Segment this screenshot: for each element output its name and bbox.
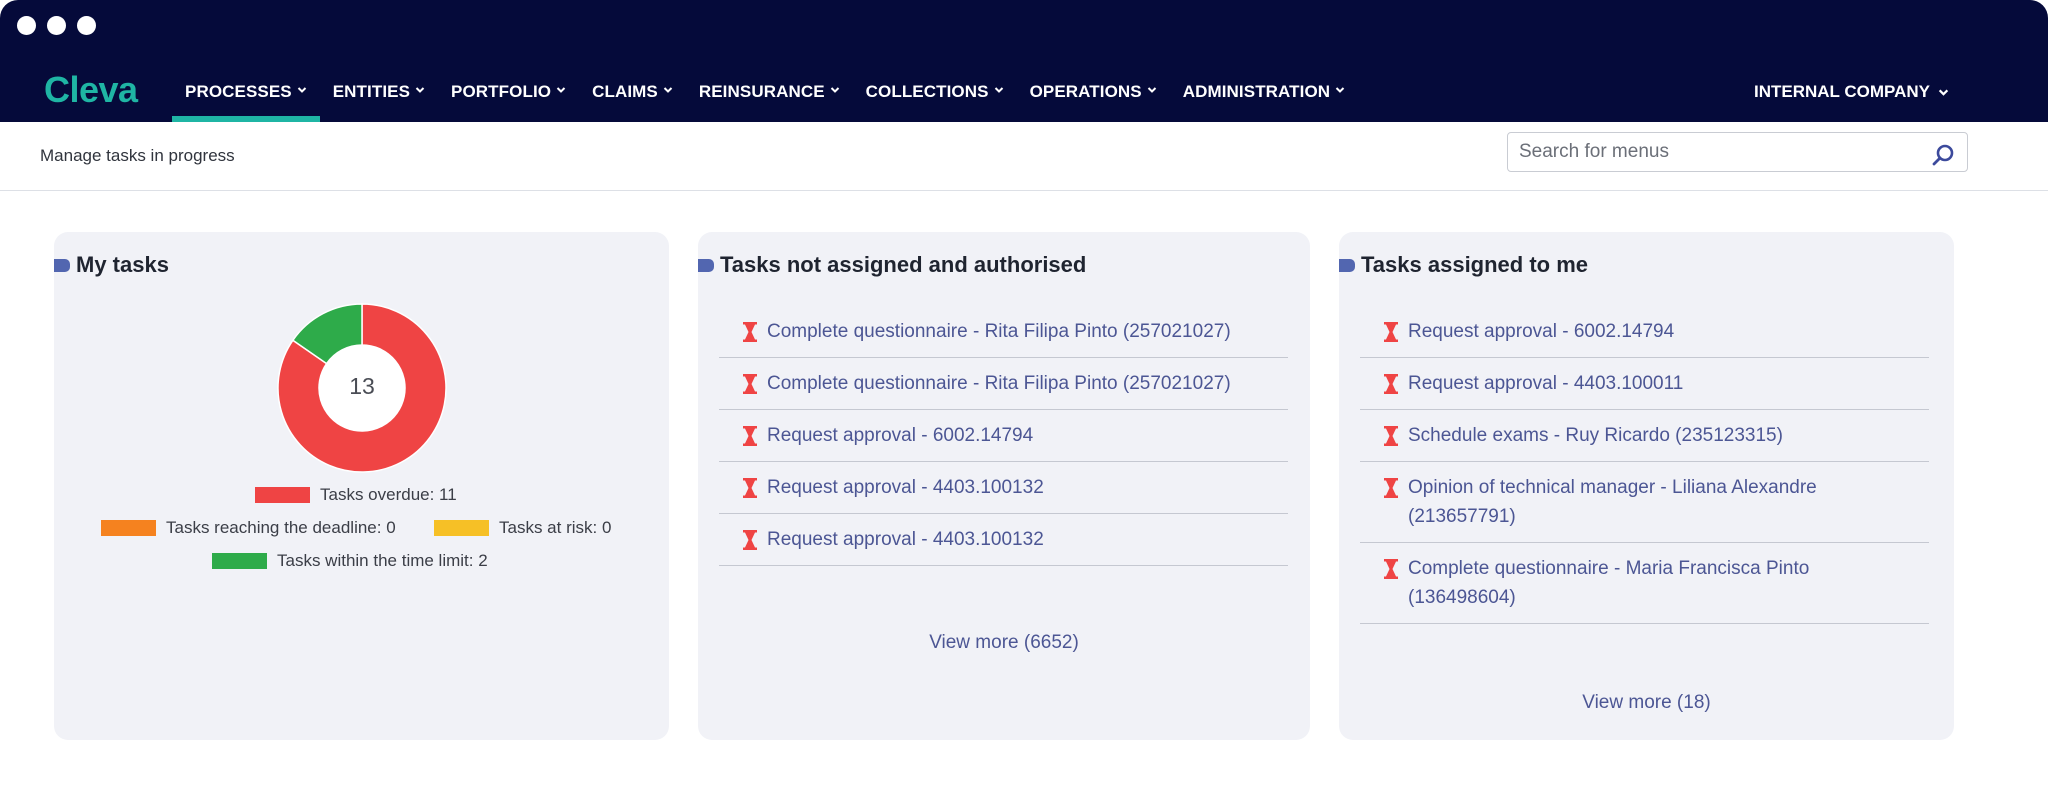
top-bar: Cleva PROCESSES ENTITIES PORTFOLIO CLAIM… [0, 0, 2048, 122]
task-list: Complete questionnaire - Rita Filipa Pin… [719, 306, 1288, 566]
nav-item-collections[interactable]: COLLECTIONS [853, 70, 1017, 122]
nav-item-reinsurance[interactable]: REINSURANCE [686, 70, 853, 122]
legend-swatch-reaching-deadline [101, 520, 156, 536]
nav-item-portfolio[interactable]: PORTFOLIO [438, 70, 579, 122]
task-list: Request approval - 6002.14794 Request ap… [1360, 306, 1929, 624]
nav-item-administration[interactable]: ADMINISTRATION [1170, 70, 1358, 122]
nav-item-label: COLLECTIONS [865, 82, 989, 101]
card-title-text: Tasks assigned to me [1361, 252, 1589, 277]
view-more-link[interactable]: View more (6652) [698, 632, 1310, 654]
task-item[interactable]: Schedule exams - Ruy Ricardo (235123315) [1360, 410, 1929, 462]
company-label: INTERNAL COMPANY [1754, 82, 1930, 101]
legend-swatch-overdue [255, 487, 310, 503]
nav-item-label: OPERATIONS [1029, 82, 1142, 101]
chevron-down-icon [830, 87, 839, 93]
chevron-down-icon [415, 87, 425, 93]
app-logo[interactable]: Cleva [44, 70, 138, 110]
nav-item-claims[interactable]: CLAIMS [579, 70, 686, 122]
legend-label: Tasks within the time limit: 2 [277, 551, 488, 570]
view-more-link[interactable]: View more (18) [1339, 692, 1954, 714]
legend-item-overdue[interactable]: Tasks overdue: 11 [255, 485, 457, 505]
task-item[interactable]: Opinion of technical manager - Liliana A… [1360, 462, 1929, 543]
task-item[interactable]: Complete questionnaire - Maria Francisca… [1360, 543, 1929, 624]
nav-item-label: ADMINISTRATION [1182, 82, 1331, 101]
legend-item-within-limit[interactable]: Tasks within the time limit: 2 [212, 551, 488, 571]
card-title: My tasks [54, 252, 169, 278]
task-label: Request approval - 4403.100132 [767, 529, 1044, 550]
task-label: Request approval - 6002.14794 [1408, 321, 1675, 342]
legend-label: Tasks at risk: 0 [499, 518, 612, 537]
card-title-text: Tasks not assigned and authorised [720, 252, 1087, 277]
hourglass-icon [743, 530, 757, 550]
tasks-assigned-to-me-card: Tasks assigned to me Request approval - … [1339, 232, 1954, 740]
legend-label: Tasks overdue: 11 [320, 485, 457, 504]
legend-item-at-risk[interactable]: Tasks at risk: 0 [434, 518, 611, 538]
chevron-down-icon [994, 87, 1003, 93]
task-label: Request approval - 6002.14794 [767, 425, 1034, 446]
hourglass-icon [743, 478, 757, 498]
task-item[interactable]: Complete questionnaire - Rita Filipa Pin… [719, 306, 1288, 358]
card-title: Tasks not assigned and authorised [698, 252, 1086, 278]
search-input[interactable] [1508, 133, 1908, 171]
search-icon[interactable] [1931, 143, 1955, 167]
hourglass-icon [1384, 478, 1398, 498]
task-label: Opinion of technical manager - Liliana A… [1408, 477, 1817, 527]
task-label: Complete questionnaire - Rita Filipa Pin… [767, 321, 1231, 342]
main-nav: PROCESSES ENTITIES PORTFOLIO CLAIMS REIN… [172, 70, 1358, 122]
chevron-down-icon [297, 87, 306, 93]
window-controls [17, 16, 96, 35]
task-item[interactable]: Request approval - 6002.14794 [1360, 306, 1929, 358]
tag-icon [1339, 258, 1355, 272]
card-title: Tasks assigned to me [1339, 252, 1588, 278]
donut-total: 13 [349, 373, 375, 399]
hourglass-icon [743, 322, 757, 342]
hourglass-icon [1384, 426, 1398, 446]
app-window: Cleva PROCESSES ENTITIES PORTFOLIO CLAIM… [0, 0, 2048, 806]
task-label: Request approval - 4403.100011 [1408, 373, 1684, 394]
nav-item-label: ENTITIES [332, 82, 411, 101]
nav-item-label: CLAIMS [592, 82, 658, 101]
nav-item-label: REINSURANCE [698, 82, 825, 101]
nav-item-entities[interactable]: ENTITIES [320, 70, 438, 122]
legend-swatch-at-risk [434, 520, 489, 536]
task-label: Complete questionnaire - Rita Filipa Pin… [767, 373, 1231, 394]
sub-header: Manage tasks in progress [0, 122, 2048, 191]
nav-item-label: PROCESSES [185, 82, 292, 101]
task-label: Request approval - 4403.100132 [767, 477, 1044, 498]
task-label: Complete questionnaire - Maria Francisca… [1408, 558, 1810, 608]
hourglass-icon [1384, 374, 1398, 394]
hourglass-icon [743, 374, 757, 394]
hourglass-icon [1384, 322, 1398, 342]
legend-item-reaching-deadline[interactable]: Tasks reaching the deadline: 0 [101, 518, 396, 538]
chevron-down-icon [556, 87, 566, 93]
page-title: Manage tasks in progress [40, 146, 235, 165]
nav-item-operations[interactable]: OPERATIONS [1017, 70, 1170, 122]
my-tasks-card: My tasks 13 Tasks overdue: 11 Tasks reac… [54, 232, 669, 740]
task-item[interactable]: Request approval - 4403.100132 [719, 514, 1288, 566]
card-title-text: My tasks [76, 252, 169, 277]
chevron-down-icon [1147, 87, 1156, 93]
task-item[interactable]: Request approval - 4403.100132 [719, 462, 1288, 514]
nav-item-processes[interactable]: PROCESSES [172, 70, 320, 122]
tag-icon [54, 258, 70, 272]
tag-icon [698, 258, 714, 272]
task-label: Schedule exams - Ruy Ricardo (235123315) [1408, 425, 1783, 446]
window-dot-minimize[interactable] [47, 16, 66, 35]
chevron-down-icon [1938, 89, 1949, 96]
menu-search [1507, 132, 1968, 172]
company-selector[interactable]: INTERNAL COMPANY [1754, 82, 1949, 102]
task-item[interactable]: Request approval - 6002.14794 [719, 410, 1288, 462]
window-dot-maximize[interactable] [77, 16, 96, 35]
chevron-down-icon [1335, 87, 1345, 93]
window-dot-close[interactable] [17, 16, 36, 35]
tasks-not-assigned-card: Tasks not assigned and authorised Comple… [698, 232, 1310, 740]
legend-label: Tasks reaching the deadline: 0 [166, 518, 396, 537]
hourglass-icon [743, 426, 757, 446]
legend-swatch-within-limit [212, 553, 267, 569]
nav-item-label: PORTFOLIO [451, 82, 552, 101]
task-item[interactable]: Request approval - 4403.100011 [1360, 358, 1929, 410]
chevron-down-icon [663, 87, 673, 93]
hourglass-icon [1384, 559, 1398, 579]
task-item[interactable]: Complete questionnaire - Rita Filipa Pin… [719, 358, 1288, 410]
